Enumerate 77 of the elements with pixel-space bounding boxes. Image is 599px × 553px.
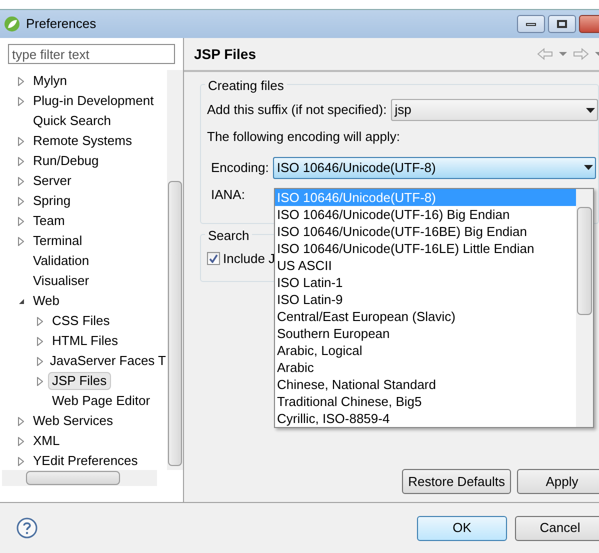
apply-button[interactable]: Apply	[517, 469, 599, 494]
minimize-button[interactable]	[517, 15, 545, 33]
tree-item[interactable]: JSP Files	[48, 372, 111, 390]
tree-item[interactable]: HTML Files	[51, 332, 119, 350]
tree-item[interactable]: YEdit Preferences	[32, 452, 139, 470]
tree-item[interactable]: Web	[32, 292, 60, 310]
iana-label: IANA:	[211, 186, 245, 204]
list-option[interactable]: ISO Latin-9	[275, 291, 576, 308]
collapsed-arrow-icon[interactable]	[18, 456, 24, 466]
list-option[interactable]: Traditional Chinese, Big5	[275, 393, 576, 410]
restore-defaults-button[interactable]: Restore Defaults	[402, 469, 511, 494]
collapsed-arrow-icon[interactable]	[18, 216, 24, 226]
leaf-logo-icon	[4, 16, 20, 32]
dropdown-caret-icon	[586, 108, 595, 112]
collapsed-arrow-icon[interactable]	[18, 96, 24, 106]
back-arrow-icon[interactable]	[537, 48, 553, 60]
dropdown-caret-icon[interactable]	[559, 52, 567, 56]
dropdown-caret-icon	[584, 165, 593, 170]
page-title: JSP Files	[194, 44, 256, 64]
collapsed-arrow-icon[interactable]	[18, 176, 24, 186]
list-option[interactable]: Cyrillic, ISO-8859-4	[275, 410, 576, 427]
list-option[interactable]: Central/East European (Slavic)	[275, 308, 576, 325]
tree-item[interactable]: Mylyn	[32, 72, 68, 90]
filter-field[interactable]: type filter text	[8, 44, 175, 64]
list-option[interactable]: Arabic	[275, 359, 576, 376]
vertical-scrollbar[interactable]	[167, 70, 183, 470]
collapsed-arrow-icon[interactable]	[37, 316, 43, 326]
ok-button[interactable]: OK	[417, 516, 507, 540]
maximize-button[interactable]	[548, 15, 576, 33]
checkbox[interactable]	[207, 252, 220, 266]
list-option[interactable]: Chinese, National Standard	[275, 376, 576, 393]
tree-item[interactable]: Quick Search	[32, 112, 112, 130]
help-icon[interactable]	[16, 517, 38, 539]
suffix-label: Add this suffix (if not specified):	[207, 101, 387, 120]
collapsed-arrow-icon[interactable]	[37, 336, 43, 346]
collapsed-arrow-icon[interactable]	[18, 196, 24, 206]
tree-item[interactable]: Plug-in Development	[32, 92, 155, 110]
tree-item[interactable]: Server	[32, 172, 72, 190]
collapsed-arrow-icon[interactable]	[37, 376, 43, 386]
tree-item[interactable]: Terminal	[32, 232, 84, 250]
horizontal-scrollbar[interactable]	[2, 470, 157, 486]
tree-item[interactable]: CSS Files	[51, 312, 111, 330]
checkbox-label: Include J	[223, 250, 276, 268]
list-option[interactable]: ISO 10646/Unicode(UTF-16) Big Endian	[275, 206, 576, 223]
tree-item[interactable]: Spring	[32, 192, 72, 210]
collapsed-arrow-icon[interactable]	[18, 156, 24, 166]
tree-item[interactable]: Validation	[32, 252, 90, 270]
encoding-note: The following encoding will apply:	[207, 128, 401, 146]
collapsed-arrow-icon[interactable]	[18, 416, 24, 426]
tree-item[interactable]: XML	[32, 432, 61, 450]
expanded-arrow-icon[interactable]	[18, 298, 25, 304]
forward-arrow-icon[interactable]	[573, 48, 589, 60]
cancel-button[interactable]: Cancel	[515, 516, 599, 540]
tree-item[interactable]: JavaServer Faces T	[48, 352, 167, 370]
tree-item[interactable]: Run/Debug	[32, 152, 100, 170]
suffix-dropdown[interactable]: jsp	[390, 99, 598, 121]
list-option[interactable]: US ASCII	[275, 257, 576, 274]
encoding-label: Encoding:	[211, 158, 269, 177]
list-scrollbar[interactable]	[576, 189, 593, 427]
tree-item[interactable]: Visualiser	[32, 272, 90, 290]
list-option[interactable]: ISO 10646/Unicode(UTF-16LE) Little Endian	[275, 240, 576, 257]
encoding-dropdown[interactable]: ISO 10646/Unicode(UTF-8)	[272, 156, 596, 178]
collapsed-arrow-icon[interactable]	[37, 356, 43, 366]
tree-item[interactable]: Web Page Editor	[51, 392, 152, 410]
window-title: Preferences	[26, 15, 96, 34]
collapsed-arrow-icon[interactable]	[18, 76, 24, 86]
list-option[interactable]: Southern European	[275, 325, 576, 342]
list-option[interactable]: ISO Latin-1	[275, 274, 576, 291]
tree-item[interactable]: Web Services	[32, 412, 114, 430]
list-option[interactable]: Arabic, Logical	[275, 342, 576, 359]
collapsed-arrow-icon[interactable]	[18, 136, 24, 146]
tree-item[interactable]: Team	[32, 212, 66, 230]
collapsed-arrow-icon[interactable]	[18, 436, 24, 446]
collapsed-arrow-icon[interactable]	[18, 236, 24, 246]
tree-item[interactable]: Remote Systems	[32, 132, 133, 150]
encoding-list[interactable]	[274, 188, 594, 428]
list-option[interactable]: ISO 10646/Unicode(UTF-16BE) Big Endian	[275, 223, 576, 240]
